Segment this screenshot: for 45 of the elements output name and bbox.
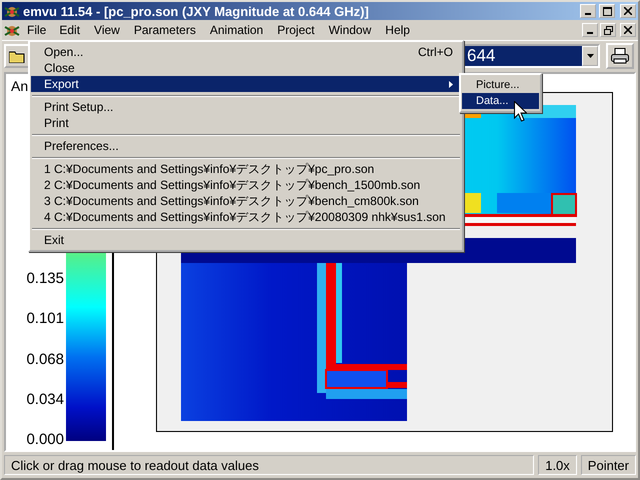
menu-item[interactable]: Edit <box>53 20 86 40</box>
folder-icon <box>9 50 25 62</box>
menu-entry[interactable]: 2 C:¥Documents and Settings¥info¥デスクトップ¥bench_1500mb.son <box>31 177 461 193</box>
menu-entry[interactable]: 1 C:¥Documents and Settings¥info¥デスクトップ¥pc_pro.son <box>31 161 461 177</box>
restore-icon <box>604 26 612 34</box>
menu-item[interactable]: Project <box>271 20 321 40</box>
close-icon <box>624 26 632 34</box>
submenu-arrow-icon <box>449 80 453 88</box>
menu-entry[interactable]: 4 C:¥Documents and Settings¥info¥デスクトップ¥20080309 nhk¥sus1.son <box>31 209 461 225</box>
menu-entry[interactable]: Print Setup... <box>31 99 461 115</box>
close-button[interactable] <box>620 4 636 18</box>
minimize-button[interactable] <box>582 23 598 37</box>
menu-entry[interactable]: Print <box>31 115 461 131</box>
menu-item[interactable]: Animation <box>204 20 270 40</box>
menu-item[interactable]: View <box>88 20 126 40</box>
zoom-indicator: 1.0x <box>538 455 577 475</box>
printer-icon <box>611 48 629 64</box>
open-button[interactable] <box>4 44 30 68</box>
mode-indicator: Pointer <box>580 455 636 475</box>
menu-item[interactable]: Window <box>322 20 378 40</box>
menu-item[interactable]: File <box>22 21 52 39</box>
tick-label: 0.000 <box>26 431 64 448</box>
close-button[interactable] <box>620 23 636 37</box>
print-button[interactable] <box>606 43 634 69</box>
restore-button[interactable] <box>600 23 616 37</box>
menu-item[interactable]: Parameters <box>128 20 202 40</box>
tick-label: 0.034 <box>26 390 64 408</box>
menu-entry[interactable]: Picture... <box>462 77 539 93</box>
menu-item[interactable]: Help <box>379 20 416 40</box>
menu-entry[interactable]: Preferences... <box>31 138 461 154</box>
status-message: Click or drag mouse to readout data values <box>4 455 534 475</box>
menu-entry[interactable]: Export <box>31 76 461 92</box>
menu-entry[interactable]: Data... <box>462 93 539 109</box>
maximize-button[interactable] <box>599 4 615 18</box>
caret-icon <box>586 54 594 58</box>
menu-entry[interactable]: 3 C:¥Documents and Settings¥info¥デスクトップ¥bench_cm800k.son <box>31 193 461 209</box>
close-icon <box>624 7 632 15</box>
maximize-icon <box>602 6 612 16</box>
menu-entry[interactable]: Exit <box>31 232 461 248</box>
tick-label: 0.135 <box>26 270 64 287</box>
window-title: emvu 11.54 - [pc_pro.son (JXY Magnitude at 0.644 GHz)] <box>23 4 370 18</box>
tick-label: 0.101 <box>26 310 64 328</box>
legend-title: An <box>11 78 28 94</box>
minimize-button[interactable] <box>580 4 596 18</box>
tick-label: 0.068 <box>26 350 64 368</box>
